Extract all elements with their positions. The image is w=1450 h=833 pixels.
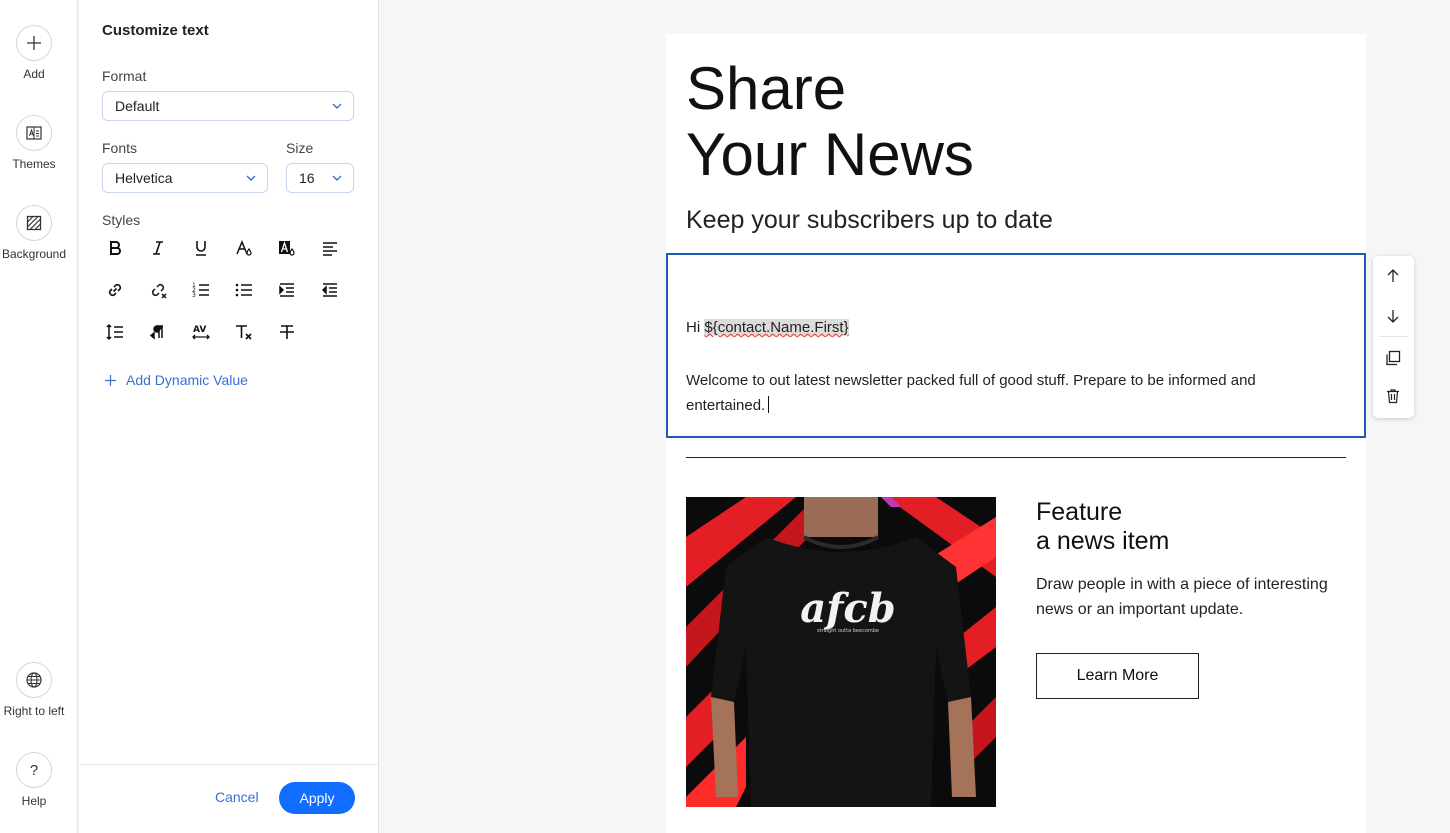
greeting-line: Hi ${contact.Name.First} (686, 319, 849, 336)
shirt-logo: afcb (800, 585, 895, 632)
chevron-down-icon (332, 175, 342, 181)
strikethrough-icon[interactable] (274, 320, 300, 344)
font-select[interactable]: Helvetica (102, 163, 268, 193)
italic-icon[interactable] (145, 236, 171, 260)
add-dynamic-value-label: Add Dynamic Value (126, 372, 248, 388)
help-label: Help (21, 794, 47, 808)
add-label: Add (23, 67, 45, 81)
clear-format-icon[interactable] (231, 320, 257, 344)
format-value: Default (115, 98, 160, 114)
background-icon (16, 205, 52, 241)
feature-title-line1: Feature (1036, 498, 1123, 526)
line-height-icon[interactable] (102, 320, 128, 344)
toolbar-separator (1379, 336, 1408, 337)
unlink-icon[interactable] (145, 278, 171, 302)
link-icon[interactable] (102, 278, 128, 302)
welcome-text-content: Welcome to out latest newsletter packed … (686, 372, 1256, 414)
hero-title[interactable]: Share Your News (686, 56, 974, 188)
highlight-color-icon[interactable] (274, 236, 300, 260)
apply-button[interactable]: Apply (279, 782, 355, 814)
duplicate-icon[interactable] (1383, 348, 1403, 368)
right-to-left-button[interactable]: Right to left (0, 662, 68, 718)
chevron-down-icon (246, 175, 256, 181)
cancel-button[interactable]: Cancel (215, 789, 259, 805)
format-select[interactable]: Default (102, 91, 354, 121)
move-up-icon[interactable] (1383, 266, 1403, 286)
left-rail: Add Themes Background Right to left ? He… (0, 0, 78, 833)
styles-toolbar: 123 AV (102, 236, 352, 344)
hero-title-line2: Your News (686, 121, 974, 188)
bold-icon[interactable] (102, 236, 128, 260)
text-direction-icon[interactable] (145, 320, 171, 344)
feature-title[interactable]: Feature a news item (1036, 498, 1169, 556)
welcome-text[interactable]: Welcome to out latest newsletter packed … (686, 368, 1326, 418)
panel-title: Customize text (102, 22, 209, 39)
size-value: 16 (299, 170, 315, 186)
plus-icon (16, 25, 52, 61)
add-button[interactable]: Add (0, 25, 68, 81)
chevron-down-icon (332, 103, 342, 109)
dynamic-value-token[interactable]: ${contact.Name.First} (704, 319, 849, 336)
themes-label: Themes (12, 157, 56, 171)
globe-icon (16, 662, 52, 698)
letter-spacing-icon[interactable]: AV (188, 320, 214, 344)
format-label: Format (102, 68, 147, 84)
fonts-label: Fonts (102, 140, 138, 156)
question-icon: ? (16, 752, 52, 788)
svg-text:AV: AV (193, 325, 206, 335)
svg-text:3: 3 (192, 292, 196, 299)
underline-icon[interactable] (188, 236, 214, 260)
divider (686, 457, 1346, 458)
size-label: Size (286, 140, 314, 156)
customize-text-panel: Customize text Format Default Fonts Helv… (79, 0, 379, 833)
email-canvas: Share Your News Keep your subscribers up… (666, 34, 1366, 833)
size-select[interactable]: 16 (286, 163, 354, 193)
background-label: Background (1, 247, 67, 261)
learn-more-button[interactable]: Learn More (1036, 653, 1199, 699)
block-toolbar (1373, 256, 1414, 418)
themes-button[interactable]: Themes (0, 115, 68, 171)
bullet-list-icon[interactable] (231, 278, 257, 302)
styles-label: Styles (102, 212, 141, 228)
align-left-icon[interactable] (317, 236, 343, 260)
right-to-left-label: Right to left (3, 704, 65, 718)
feature-image[interactable]: afcb straight outta beecombe (686, 497, 996, 807)
add-dynamic-value-button[interactable]: Add Dynamic Value (105, 372, 248, 388)
move-down-icon[interactable] (1383, 306, 1403, 326)
feature-title-line2: a news item (1036, 527, 1170, 555)
numbered-list-icon[interactable]: 123 (188, 278, 214, 302)
text-color-icon[interactable] (231, 236, 257, 260)
hero-title-line1: Share (686, 55, 847, 122)
feature-description[interactable]: Draw people in with a piece of interesti… (1036, 572, 1346, 622)
hero-subtitle[interactable]: Keep your subscribers up to date (686, 206, 1053, 235)
background-button[interactable]: Background (0, 205, 68, 261)
panel-footer: Cancel Apply (79, 764, 379, 833)
indent-icon[interactable] (274, 278, 300, 302)
plus-icon (105, 374, 116, 386)
help-button[interactable]: ? Help (0, 752, 68, 808)
shirt-tagline: straight outta beecombe (817, 628, 879, 634)
font-value: Helvetica (115, 170, 173, 186)
greeting-prefix: Hi (686, 319, 705, 336)
text-caret (768, 396, 770, 413)
delete-icon[interactable] (1383, 386, 1403, 406)
outdent-icon[interactable] (317, 278, 343, 302)
themes-icon (16, 115, 52, 151)
selected-text-block[interactable]: Hi ${contact.Name.First} Welcome to out … (666, 253, 1366, 438)
